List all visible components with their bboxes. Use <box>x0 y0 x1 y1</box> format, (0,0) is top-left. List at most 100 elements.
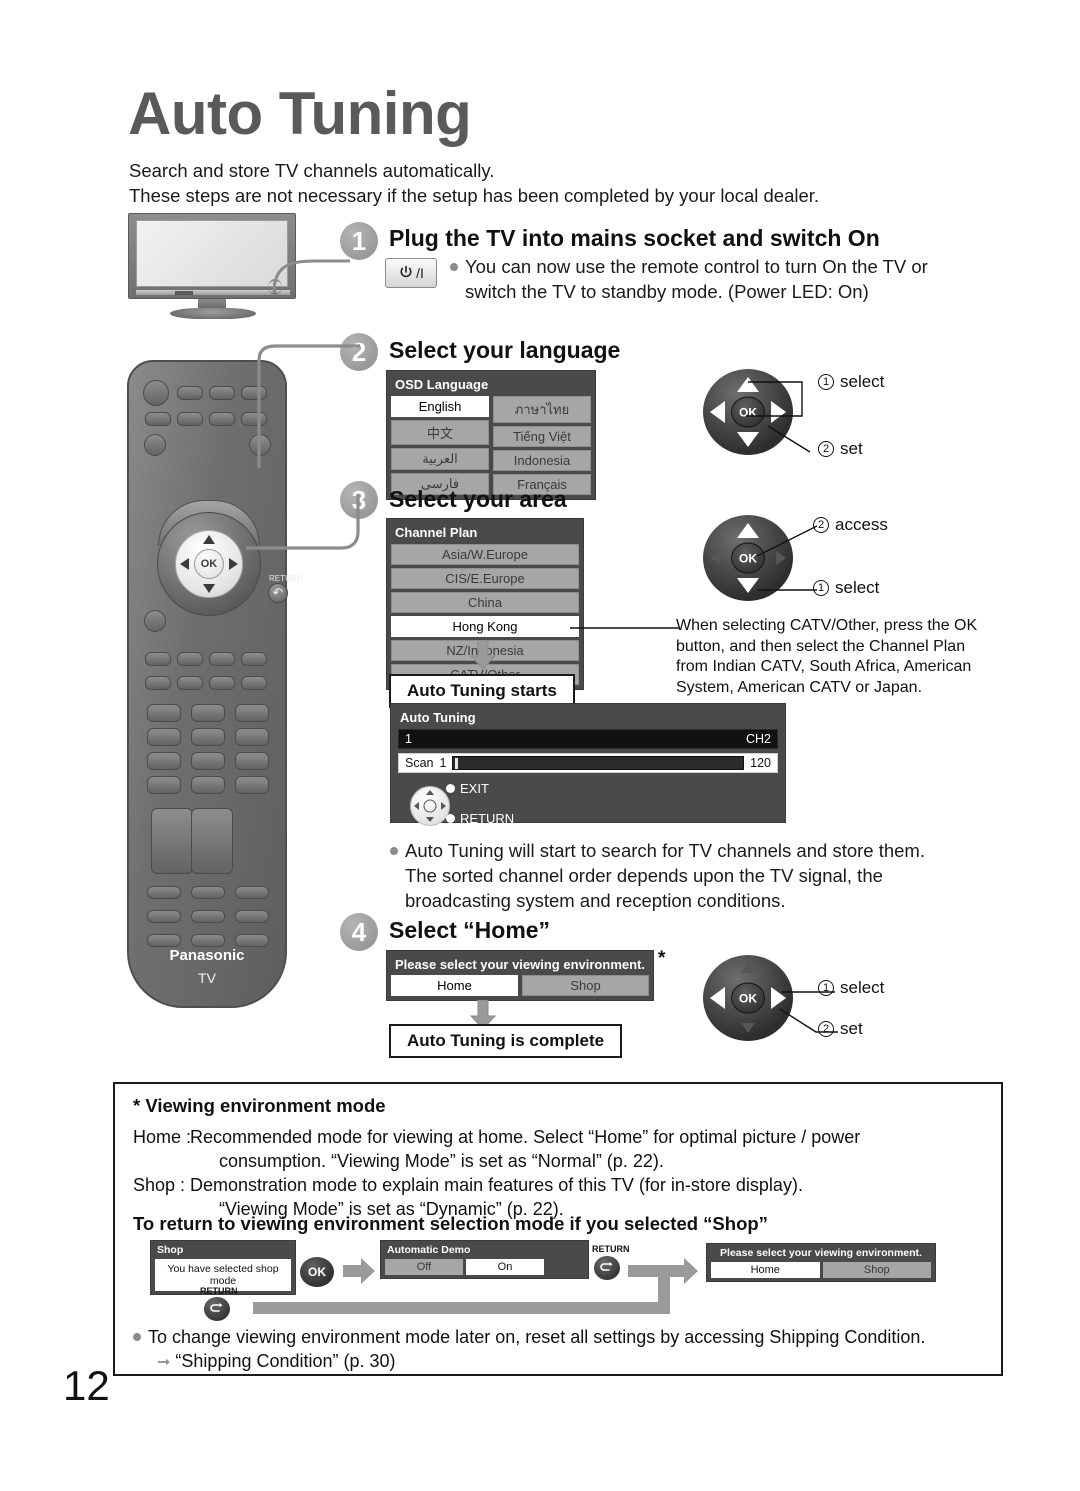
step-2-callout-2-label: set <box>840 439 863 458</box>
catv-note-line-2: button, and then select the Channel Plan <box>676 637 966 655</box>
channel-plan-option-asia-w-europe[interactable]: Asia/W.Europe <box>391 544 579 565</box>
remote-nav-left-icon <box>180 558 189 570</box>
viewing-environment-options: Home Shop <box>391 975 649 996</box>
remote-key-numeric <box>235 728 269 746</box>
remote-key-numeric <box>147 776 181 794</box>
osd-language-menu[interactable]: OSD Language English 中文 العربية فارسی ภา… <box>386 370 596 500</box>
note-shop-label: Shop : <box>133 1175 186 1195</box>
step-2-callout-1-number: 1 <box>818 374 834 390</box>
bullet-dot-icon <box>133 1333 141 1341</box>
tv-stand-base <box>170 308 256 319</box>
intro-line-1: Search and store TV channels automatical… <box>129 160 495 181</box>
osd-language-title: OSD Language <box>395 377 489 392</box>
remote-key-numeric <box>235 704 269 722</box>
step-2-callout-1-label: select <box>840 372 885 391</box>
step-2-callout-1: 1 select <box>818 372 884 392</box>
auto-tuning-panel-title: Auto Tuning <box>400 710 476 725</box>
language-option-chinese[interactable]: 中文 <box>391 420 489 445</box>
power-glyph-icon <box>400 265 412 278</box>
remote-key <box>145 676 171 690</box>
auto-tuning-hint-return: RETURN <box>446 810 514 828</box>
remote-key <box>177 676 203 690</box>
intro-text: Search and store TV channels automatical… <box>129 158 929 208</box>
remote-ok-button: OK <box>194 549 224 579</box>
language-option-vietnamese[interactable]: Tiếng Việt <box>493 426 591 447</box>
flow-return-loop-vertical <box>658 1268 670 1314</box>
step-3-callout-2: 1 select <box>813 578 879 598</box>
remote-key <box>241 652 267 666</box>
remote-brand-label: Panasonic <box>169 947 245 964</box>
viewing-environment-option-home[interactable]: Home <box>391 975 518 996</box>
remote-key <box>241 676 267 690</box>
channel-plan-option-hong-kong[interactable]: Hong Kong <box>391 616 579 637</box>
remote-model-label: TV <box>198 970 216 986</box>
osd-language-column-2: ภาษาไทย Tiếng Việt Indonesia Français <box>493 396 591 495</box>
flow-env-option-shop: Shop <box>822 1262 931 1278</box>
flow-shop-title: Shop <box>157 1244 184 1256</box>
auto-tuning-scan-label: Scan <box>405 756 434 770</box>
remote-key <box>144 434 166 456</box>
step-3-callout-2-number: 1 <box>813 580 829 596</box>
step-4-callout-2-label: set <box>840 1019 863 1038</box>
power-button-icon: /I <box>385 258 437 288</box>
auto-tuning-progress-panel: Auto Tuning 1 CH2 Scan 1 120 EXIT RETURN <box>390 703 786 826</box>
nav-down-arrow-icon[interactable] <box>741 1023 755 1033</box>
viewing-environment-dialog-title: Please select your viewing environment. <box>395 957 645 972</box>
catv-note-line-1: When selecting CATV/Other, press the OK <box>676 617 978 634</box>
auto-tuning-nav-pad-icon <box>410 786 450 826</box>
remote-key <box>191 910 225 923</box>
step-4-marker: 4 <box>340 913 378 951</box>
flow-return-button-bottom <box>204 1297 230 1321</box>
nav-up-arrow-icon[interactable] <box>741 963 755 973</box>
step-4-callout-1-label: select <box>840 978 885 997</box>
step-3-heading: Select your area <box>389 486 567 512</box>
remote-nav-down-icon <box>203 584 215 593</box>
step-4-heading: Select “Home” <box>389 917 551 943</box>
remote-key-numeric <box>147 752 181 770</box>
language-option-arabic[interactable]: العربية <box>391 448 489 470</box>
remote-key <box>235 934 269 947</box>
remote-key-numeric <box>191 728 225 746</box>
remote-nav-pad-inner: OK <box>175 530 243 598</box>
remote-key-channel <box>191 808 233 874</box>
auto-tuning-complete-caption: Auto Tuning is complete <box>389 1024 623 1058</box>
language-option-thai[interactable]: ภาษาไทย <box>493 396 591 423</box>
remote-key <box>209 652 235 666</box>
remote-key-numeric <box>191 776 225 794</box>
osd-language-column-1: English 中文 العربية فارسی <box>391 396 489 495</box>
viewing-environment-dialog[interactable]: Please select your viewing environment. … <box>386 950 654 1001</box>
viewing-environment-option-shop[interactable]: Shop <box>522 975 649 996</box>
tv-illustration <box>128 213 308 321</box>
nav-left-arrow-icon[interactable] <box>710 551 720 565</box>
bullet-dot-icon <box>390 847 398 855</box>
remote-key <box>209 676 235 690</box>
catv-note: When selecting CATV/Other, press the OK … <box>676 616 996 698</box>
nav-left-arrow-icon[interactable] <box>710 401 725 423</box>
tv-logo <box>175 291 193 295</box>
language-option-english[interactable]: English <box>391 396 489 417</box>
nav-ok-button[interactable]: OK <box>731 982 765 1014</box>
remote-key-color <box>235 886 269 899</box>
flow-return-label-top: RETURN <box>592 1244 630 1254</box>
flow-env-title: Please select your viewing environment. <box>720 1247 922 1259</box>
remote-key-numeric <box>235 752 269 770</box>
nav-left-arrow-icon[interactable] <box>710 987 725 1009</box>
final-bullet: To change viewing environment mode later… <box>133 1325 983 1375</box>
flow-env-option-home: Home <box>711 1262 820 1278</box>
channel-plan-title: Channel Plan <box>395 525 478 540</box>
remote-key-volume <box>151 808 193 874</box>
step-2-heading: Select your language <box>389 337 621 363</box>
step-1-heading: Plug the TV into mains socket and switch… <box>389 225 880 251</box>
channel-plan-option-cis-e-europe[interactable]: CIS/E.Europe <box>391 568 579 589</box>
osd-language-grid: English 中文 العربية فارسی ภาษาไทย Tiếng V… <box>391 396 591 495</box>
catv-leader-line <box>570 627 680 629</box>
flow-demo-options: Off On <box>385 1259 584 1275</box>
language-option-indonesia[interactable]: Indonesia <box>493 450 591 471</box>
auto-tuning-hint-exit: EXIT <box>446 780 489 798</box>
step-2-callout-2: 2 set <box>818 439 863 459</box>
auto-tuning-bullet-line-2: The sorted channel order depends upon th… <box>405 865 883 886</box>
auto-tuning-scan-current: 1 <box>439 756 447 770</box>
channel-plan-option-china[interactable]: China <box>391 592 579 613</box>
bullet-dot-icon <box>450 263 458 271</box>
step-3-callout-1: 2 access <box>813 515 888 535</box>
